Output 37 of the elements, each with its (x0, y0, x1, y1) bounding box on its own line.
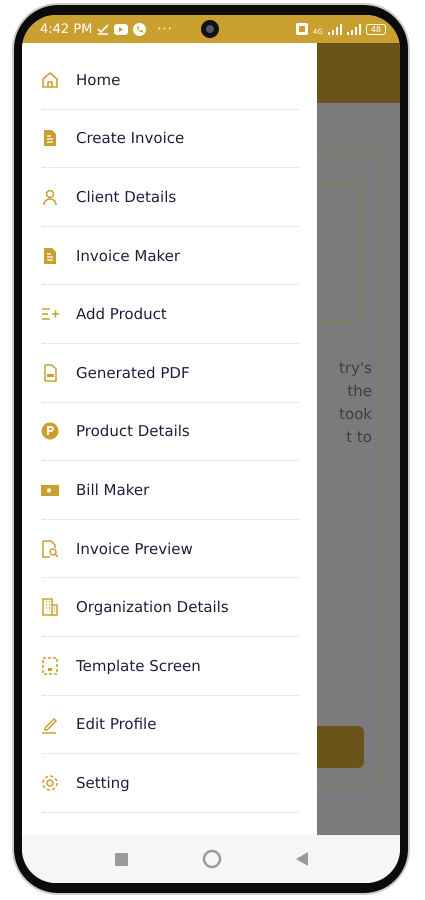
camera-icon (201, 20, 219, 38)
coin-icon (40, 421, 60, 442)
settings-icon (40, 772, 60, 793)
signal-icon (328, 24, 342, 34)
menu-item[interactable]: Home (76, 70, 120, 89)
body-text: took (339, 404, 372, 425)
home-button-icon[interactable] (202, 849, 222, 869)
body-text: the (347, 381, 372, 402)
phone-icon (133, 22, 146, 36)
home-icon (40, 70, 60, 90)
menu-item[interactable]: Bill Maker (76, 480, 150, 499)
clock: 4:42 PM (40, 22, 92, 36)
video-icon (114, 24, 128, 34)
menu-item[interactable]: Product Details (76, 422, 190, 440)
menu-item[interactable]: Client Details (76, 188, 176, 206)
battery-indicator: 48 (366, 24, 386, 34)
menu-item[interactable]: Setting (76, 774, 130, 792)
menu-item[interactable]: Invoice Maker (76, 246, 180, 265)
person-icon (40, 186, 60, 207)
menu-item[interactable]: Create Invoice (76, 129, 184, 148)
download-done-icon (97, 23, 110, 35)
more-notifications-text: ··· (157, 22, 173, 36)
file-search-icon (40, 538, 60, 559)
recents-icon[interactable] (114, 852, 128, 866)
back-icon[interactable] (296, 852, 308, 866)
menu-item[interactable]: Generated PDF (76, 364, 190, 382)
menu-item[interactable]: Template Screen (76, 656, 201, 675)
signal-icon (346, 24, 361, 34)
dashed-frame-icon (40, 656, 60, 676)
building-icon (40, 597, 60, 618)
menu-item[interactable]: Edit Profile (76, 715, 156, 734)
menu-item[interactable]: Invoice Preview (76, 540, 193, 558)
body-text: try's (339, 358, 372, 379)
body-text: t to (346, 427, 372, 448)
sim-icon (296, 23, 308, 35)
menu-item[interactable]: Organization Details (76, 598, 229, 616)
menu-item[interactable]: Add Product (76, 305, 167, 324)
